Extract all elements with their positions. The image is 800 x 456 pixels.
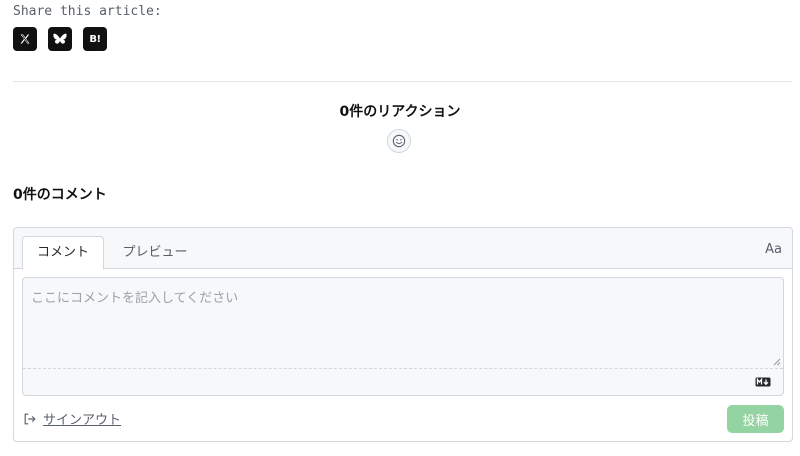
smiley-icon — [392, 134, 406, 148]
post-button[interactable]: 投稿 — [727, 405, 784, 433]
comment-textarea[interactable] — [23, 278, 783, 368]
x-logo-icon — [20, 34, 30, 44]
reaction-title: 0件のリアクション — [339, 104, 461, 120]
tab-comment[interactable]: コメント — [22, 236, 104, 270]
editor-footer — [23, 368, 783, 395]
sign-out-icon — [24, 413, 36, 424]
share-label: Share this article: — [13, 4, 162, 19]
bluesky-butterfly-icon — [53, 33, 67, 44]
share-x-button[interactable] — [13, 27, 37, 51]
share-bluesky-button[interactable] — [48, 27, 72, 51]
comment-editor — [22, 277, 784, 396]
share-hatena-button[interactable]: B! — [83, 27, 107, 51]
page: Share this article: B! 0件のリアクション 0件のコメント… — [0, 0, 800, 456]
markdown-icon[interactable] — [755, 377, 771, 387]
comment-tab-bar: コメント プレビュー Aa — [14, 228, 792, 270]
sign-out-label: サインアウト — [43, 413, 122, 428]
tab-preview[interactable]: プレビュー — [110, 236, 200, 270]
resize-grip-icon[interactable] — [773, 358, 781, 366]
comment-count-title: 0件のコメント — [13, 187, 107, 203]
font-toggle-button[interactable]: Aa — [765, 242, 782, 257]
hatena-bookmark-icon: B! — [89, 33, 101, 45]
add-reaction-button[interactable] — [387, 129, 411, 153]
sign-out-link[interactable]: サインアウト — [23, 409, 121, 428]
share-buttons: B! — [13, 27, 107, 51]
divider — [13, 81, 792, 82]
comment-form: コメント プレビュー Aa サインアウト 投稿 — [13, 227, 793, 442]
